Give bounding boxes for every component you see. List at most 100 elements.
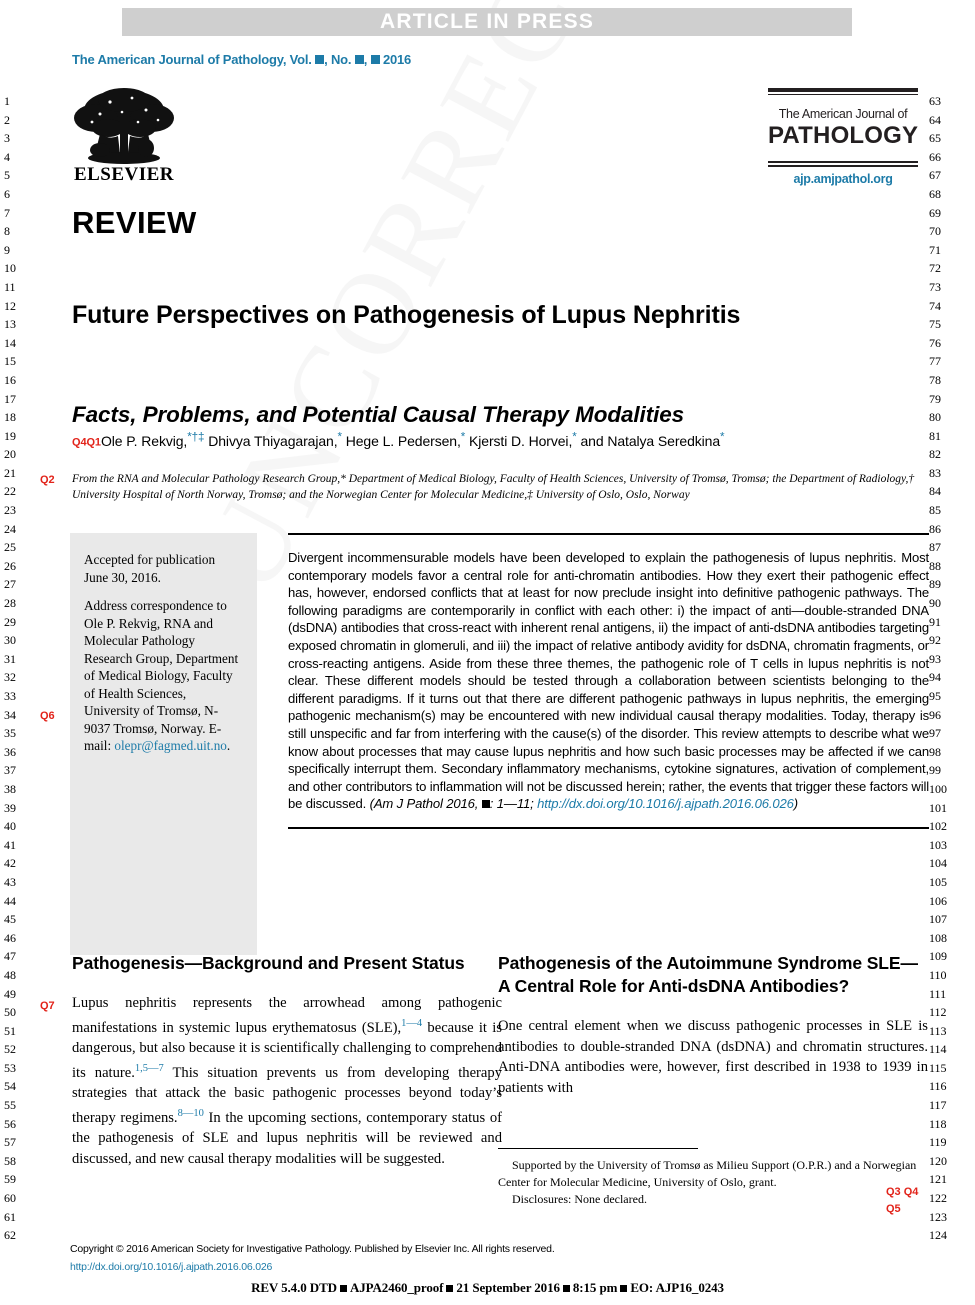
line-number: 119	[929, 1135, 947, 1150]
author-affiliation-marker: *	[720, 430, 725, 443]
line-number: 74	[929, 298, 941, 313]
line-number: 60	[4, 1191, 16, 1206]
journal-website-link[interactable]: ajp.amjpathol.org	[768, 172, 918, 186]
line-number: 28	[4, 596, 16, 611]
line-number: 102	[929, 819, 947, 834]
dtd-part: AJPA2460_proof	[349, 1280, 444, 1295]
line-number: 115	[929, 1060, 947, 1075]
line-number: 49	[4, 986, 16, 1001]
line-number: 41	[4, 837, 16, 852]
line-number: 91	[929, 614, 941, 629]
reference-citation-1[interactable]: 1—4	[401, 1018, 422, 1029]
line-number: 106	[929, 893, 947, 908]
line-number: 99	[929, 763, 941, 778]
line-number: 61	[4, 1209, 16, 1224]
column-left: Pathogenesis—Background and Present Stat…	[72, 952, 502, 1169]
line-number: 64	[929, 112, 941, 127]
masthead-line-1: The American Journal of	[778, 107, 908, 121]
line-number: 76	[929, 335, 941, 350]
query-tag-footnote-2[interactable]: Q5	[886, 1203, 901, 1215]
line-number: 11	[4, 279, 16, 294]
paragraph-background: Lupus nephritis represents the arrowhead…	[72, 993, 502, 1169]
abstract-text: Divergent incommensurable models have be…	[288, 549, 929, 813]
line-number: 101	[929, 800, 947, 815]
line-number: 116	[929, 1079, 947, 1094]
query-tag-correspondence[interactable]: Q6	[40, 710, 55, 722]
line-number: 66	[929, 149, 941, 164]
issue-placeholder-square	[354, 55, 364, 64]
line-number: 52	[4, 1042, 16, 1057]
abstract-rule-top	[288, 533, 929, 535]
line-number: 55	[4, 1098, 16, 1113]
author-affiliation-marker: *	[460, 430, 466, 443]
query-tag-footnote-1[interactable]: Q3 Q4	[886, 1186, 918, 1198]
line-number: 54	[4, 1079, 16, 1094]
line-number: 3	[4, 131, 10, 146]
line-number: 18	[4, 410, 16, 425]
line-number: 83	[929, 465, 941, 480]
line-number: 24	[4, 521, 16, 536]
running-head-mid1: , No.	[324, 52, 355, 67]
footnote-support: Supported by the University of Tromsø as…	[498, 1158, 917, 1189]
author-affiliation-marker: *	[572, 430, 577, 443]
journal-masthead: The American Journal of PATHOLOGY ajp.am…	[768, 88, 918, 186]
line-number: 44	[4, 893, 16, 908]
line-number: 21	[4, 465, 16, 480]
article-history-box: Accepted for publication June 30, 2016. …	[70, 533, 257, 955]
query-tag-left-column[interactable]: Q7	[40, 1000, 55, 1012]
line-number: 93	[929, 651, 941, 666]
line-number: 68	[929, 186, 941, 201]
author-affiliation-marker: *	[337, 430, 343, 443]
dtd-part: 8:15 pm	[572, 1280, 618, 1295]
abstract-citation-close: )	[793, 796, 798, 812]
line-number: 86	[929, 521, 941, 536]
abstract-doi-link[interactable]: http://dx.doi.org/10.1016/j.ajpath.2016.…	[537, 796, 794, 811]
footer-doi-link[interactable]: http://dx.doi.org/10.1016/j.ajpath.2016.…	[70, 1261, 272, 1273]
line-number: 50	[4, 1005, 16, 1020]
correspondence-email-link[interactable]: olepr@fagmed.uit.no	[114, 738, 227, 753]
author-name: and Natalya Seredkina	[580, 432, 721, 449]
line-number: 17	[4, 391, 16, 406]
line-number: 25	[4, 540, 16, 555]
line-number: 6	[4, 186, 10, 201]
author-affiliations: From the RNA and Molecular Pathology Res…	[72, 473, 915, 501]
footnote-rule	[498, 1148, 698, 1149]
line-number: 57	[4, 1135, 16, 1150]
line-number: 27	[4, 577, 16, 592]
line-number: 63	[929, 94, 941, 108]
line-number: 92	[929, 633, 941, 648]
line-number: 84	[929, 484, 941, 499]
article-type-label: REVIEW	[72, 205, 197, 240]
correspondence-period: .	[226, 738, 231, 753]
line-number: 90	[929, 596, 941, 611]
line-number: 96	[929, 707, 941, 722]
author-list: Q4Q1Ole P. Rekvig,*†‡ Dhivya Thiyagaraja…	[72, 430, 942, 449]
column-right: Pathogenesis of the Autoimmune Syndrome …	[498, 952, 928, 1098]
line-number: 14	[4, 335, 16, 350]
line-number: 12	[4, 298, 16, 313]
line-number: 95	[929, 689, 941, 703]
reference-citation-3[interactable]: 8—10	[178, 1108, 204, 1119]
abstract-rule-bottom	[288, 826, 929, 829]
elsevier-wordmark: ELSEVIER	[73, 164, 175, 185]
line-number: 104	[929, 856, 947, 871]
author-affiliation-marker: *†‡	[187, 430, 205, 443]
line-number: 8	[4, 224, 10, 239]
line-number: 110	[929, 967, 947, 982]
line-number: 109	[929, 949, 947, 964]
query-tag-affiliation[interactable]: Q2	[40, 474, 55, 486]
correspondence-address: Address correspondence to Ole P. Rekvig,…	[84, 597, 241, 755]
line-number: 111	[929, 986, 947, 1001]
line-number: 107	[929, 912, 947, 927]
abstract-citation-pre: (Am J Pathol 2016,	[369, 796, 482, 812]
line-number: 4	[4, 149, 10, 164]
line-number: 58	[4, 1153, 16, 1168]
line-number: 35	[4, 726, 16, 741]
reference-citation-2[interactable]: 1,5—7	[135, 1063, 164, 1074]
query-tag-authors[interactable]: Q4Q1	[72, 437, 101, 449]
line-number: 1	[4, 94, 10, 108]
separator-square	[620, 1285, 628, 1292]
journal-article-proof-page: UNCORRECTED PROOF ARTICLE IN PRESS The A…	[0, 0, 975, 1305]
line-number: 56	[4, 1116, 16, 1131]
author-name: Dhivya Thiyagarajan,	[208, 432, 338, 449]
